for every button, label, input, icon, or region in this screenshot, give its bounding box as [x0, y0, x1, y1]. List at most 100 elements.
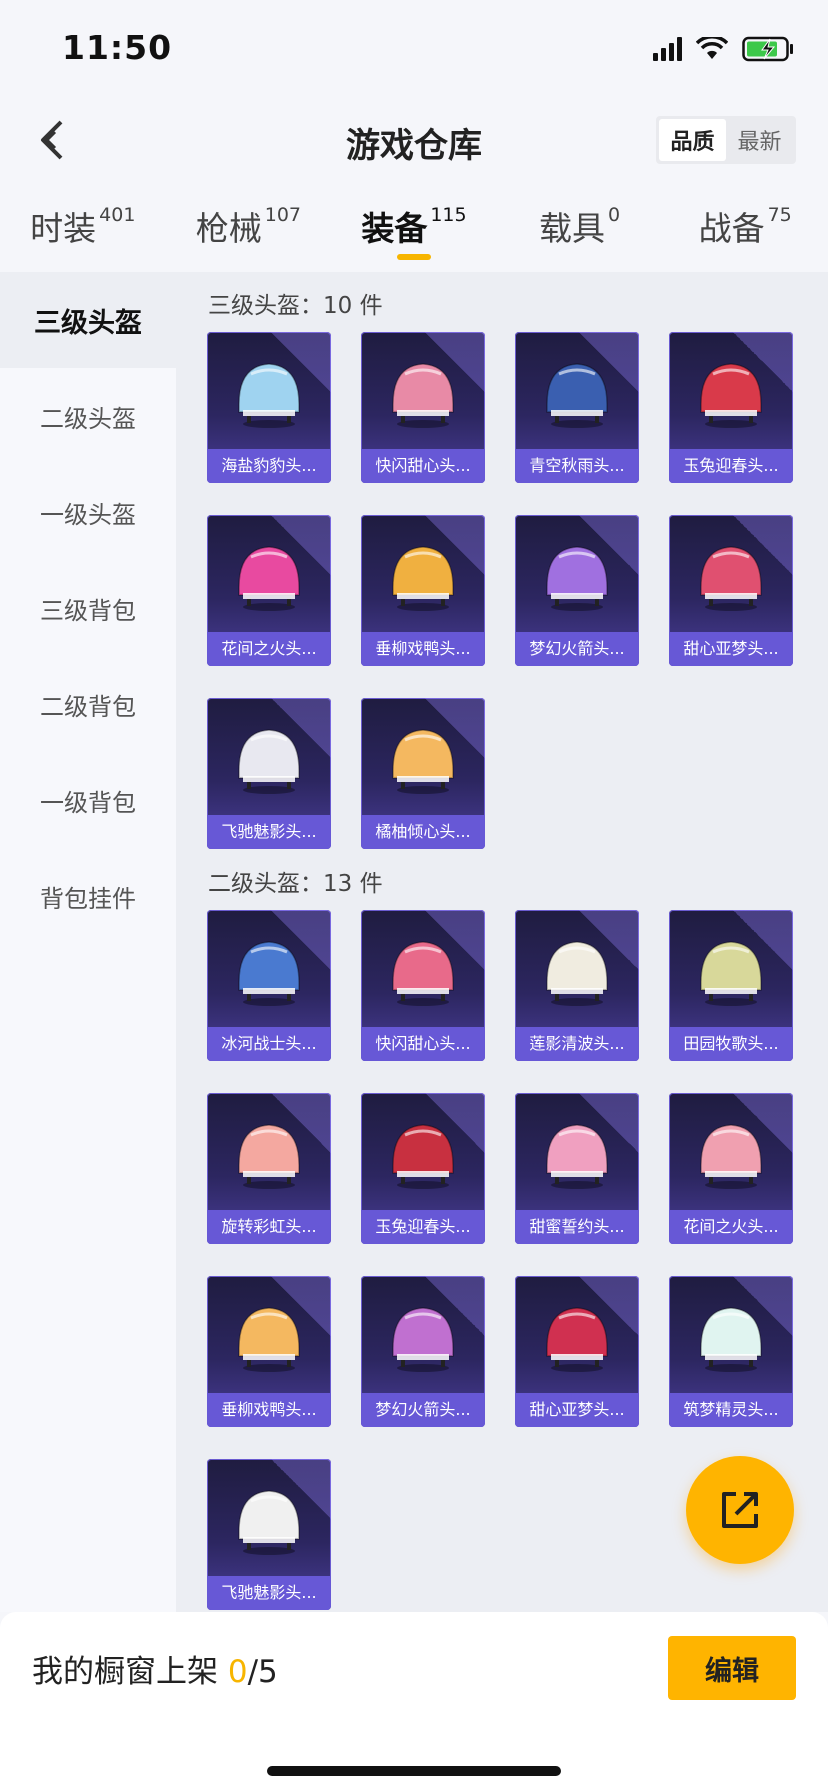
- tab-count: 0: [608, 204, 621, 226]
- back-arrow-icon: [41, 120, 63, 160]
- helmet-item-card[interactable]: 筑梦精灵头...: [669, 1276, 793, 1427]
- helmet-item-card[interactable]: 垂柳戏鸭头...: [361, 515, 485, 666]
- item-name: 玉兔迎春头...: [361, 1210, 485, 1244]
- helmet-item-card[interactable]: 飞驰魅影头...: [207, 698, 331, 849]
- helmet-icon: [546, 363, 608, 428]
- item-name: 青空秋雨头...: [515, 449, 639, 483]
- helmet-item-card[interactable]: 梦幻火箭头...: [515, 515, 639, 666]
- bottom-bar: 我的橱窗上架 0/5 编辑: [0, 1612, 828, 1792]
- active-tab-indicator: [396, 254, 431, 260]
- helmet-item-card[interactable]: 梦幻火箭头...: [361, 1276, 485, 1427]
- helmet-icon: [546, 546, 608, 611]
- share-button[interactable]: [686, 1456, 794, 1564]
- helmet-item-card[interactable]: 青空秋雨头...: [515, 332, 639, 483]
- item-name: 快闪甜心头...: [361, 1027, 485, 1061]
- cellular-signal-icon: [653, 37, 682, 61]
- sidebar-item-level2-backpack[interactable]: 二级背包: [0, 656, 176, 752]
- helmet-icon: [238, 729, 300, 794]
- sort-quality-button[interactable]: 品质: [659, 119, 726, 161]
- helmet-icon: [546, 1124, 608, 1189]
- tab-label: 载具: [539, 209, 606, 248]
- sidebar-item-backpack-charm[interactable]: 背包挂件: [0, 848, 176, 944]
- tab-count: 75: [767, 204, 792, 226]
- sidebar-item-level1-helmet[interactable]: 一级头盔: [0, 464, 176, 560]
- sidebar-item-level1-backpack[interactable]: 一级背包: [0, 752, 176, 848]
- helmet-item-card[interactable]: 花间之火头...: [207, 515, 331, 666]
- helmet-item-card[interactable]: 快闪甜心头...: [361, 332, 485, 483]
- helmet-item-card[interactable]: 玉兔迎春头...: [361, 1093, 485, 1244]
- item-name: 花间之火头...: [669, 1210, 793, 1244]
- item-name: 垂柳戏鸭头...: [361, 632, 485, 666]
- helmet-icon: [238, 1490, 300, 1555]
- helmet-icon: [238, 546, 300, 611]
- helmet-item-card[interactable]: 甜心亚梦头...: [669, 515, 793, 666]
- sort-toggle: 品质 最新: [656, 116, 796, 164]
- tab-guns[interactable]: 枪械 107: [166, 190, 332, 272]
- helmet-item-card[interactable]: 海盐豹豹头...: [207, 332, 331, 483]
- tab-count: 401: [99, 204, 136, 226]
- helmet-item-card[interactable]: 冰河战士头...: [207, 910, 331, 1061]
- item-name: 甜心亚梦头...: [669, 632, 793, 666]
- helmet-item-card[interactable]: 玉兔迎春头...: [669, 332, 793, 483]
- helmet-icon: [392, 546, 454, 611]
- edit-button[interactable]: 编辑: [668, 1636, 796, 1700]
- helmet-item-card[interactable]: 快闪甜心头...: [361, 910, 485, 1061]
- tab-label: 战备: [698, 209, 765, 248]
- back-button[interactable]: [30, 118, 74, 162]
- helmet-item-card[interactable]: 甜蜜誓约头...: [515, 1093, 639, 1244]
- item-name: 垂柳戏鸭头...: [207, 1393, 331, 1427]
- item-name: 橘柚倾心头...: [361, 815, 485, 849]
- item-name: 莲影清波头...: [515, 1027, 639, 1061]
- item-name: 花间之火头...: [207, 632, 331, 666]
- helmet-icon: [392, 1124, 454, 1189]
- helmet-item-card[interactable]: 莲影清波头...: [515, 910, 639, 1061]
- item-name: 玉兔迎春头...: [669, 449, 793, 483]
- helmet-icon: [700, 941, 762, 1006]
- category-tabs: 时装 401 枪械 107 装备 115 载具 0 战备 75: [0, 190, 828, 272]
- battery-charging-icon: [742, 36, 793, 62]
- tab-label: 时装: [30, 209, 97, 248]
- tab-label: 装备: [361, 209, 428, 248]
- tab-count: 115: [430, 204, 467, 226]
- helmet-icon: [700, 1307, 762, 1372]
- tab-fashion[interactable]: 时装 401: [0, 190, 166, 272]
- helmet-icon: [238, 941, 300, 1006]
- helmet-item-card[interactable]: 田园牧歌头...: [669, 910, 793, 1061]
- item-name: 田园牧歌头...: [669, 1027, 793, 1061]
- helmet-item-card[interactable]: 花间之火头...: [669, 1093, 793, 1244]
- item-list[interactable]: 三级头盔：10 件 海盐豹豹头... 快闪甜心头... 青空秋雨头... 玉兔迎春头.…: [176, 272, 828, 1612]
- helmet-icon: [700, 363, 762, 428]
- tab-equipment[interactable]: 装备 115: [331, 190, 497, 272]
- item-name: 飞驰魅影头...: [207, 815, 331, 849]
- helmet-icon: [238, 1124, 300, 1189]
- helmet-icon: [392, 729, 454, 794]
- status-icons: [653, 36, 794, 62]
- sidebar-item-level3-backpack[interactable]: 三级背包: [0, 560, 176, 656]
- section-title-level2: 二级头盔：13 件: [208, 871, 383, 897]
- helmet-icon: [700, 546, 762, 611]
- item-grid-level3: 海盐豹豹头... 快闪甜心头... 青空秋雨头... 玉兔迎春头... 花间之火头...…: [207, 332, 807, 849]
- helmet-item-card[interactable]: 旋转彩虹头...: [207, 1093, 331, 1244]
- item-name: 飞驰魅影头...: [207, 1576, 331, 1610]
- helmet-icon: [238, 363, 300, 428]
- sort-latest-button[interactable]: 最新: [726, 119, 793, 161]
- helmet-item-card[interactable]: 甜心亚梦头...: [515, 1276, 639, 1427]
- item-name: 旋转彩虹头...: [207, 1210, 331, 1244]
- sidebar: 三级头盔 二级头盔 一级头盔 三级背包 二级背包 一级背包 背包挂件: [0, 272, 176, 1612]
- tab-label: 枪械: [195, 209, 262, 248]
- showcase-status: 我的橱窗上架 0/5: [32, 1646, 278, 1691]
- item-name: 冰河战士头...: [207, 1027, 331, 1061]
- helmet-icon: [392, 1307, 454, 1372]
- helmet-icon: [392, 363, 454, 428]
- tab-supplies[interactable]: 战备 75: [662, 190, 828, 272]
- sidebar-item-level2-helmet[interactable]: 二级头盔: [0, 368, 176, 464]
- helmet-item-card[interactable]: 飞驰魅影头...: [207, 1459, 331, 1610]
- helmet-icon: [546, 1307, 608, 1372]
- helmet-item-card[interactable]: 垂柳戏鸭头...: [207, 1276, 331, 1427]
- sidebar-item-level3-helmet[interactable]: 三级头盔: [0, 272, 176, 368]
- showcase-label: 我的橱窗上架: [32, 1654, 218, 1690]
- helmet-icon: [392, 941, 454, 1006]
- tab-vehicles[interactable]: 载具 0: [497, 190, 663, 272]
- helmet-item-card[interactable]: 橘柚倾心头...: [361, 698, 485, 849]
- item-name: 快闪甜心头...: [361, 449, 485, 483]
